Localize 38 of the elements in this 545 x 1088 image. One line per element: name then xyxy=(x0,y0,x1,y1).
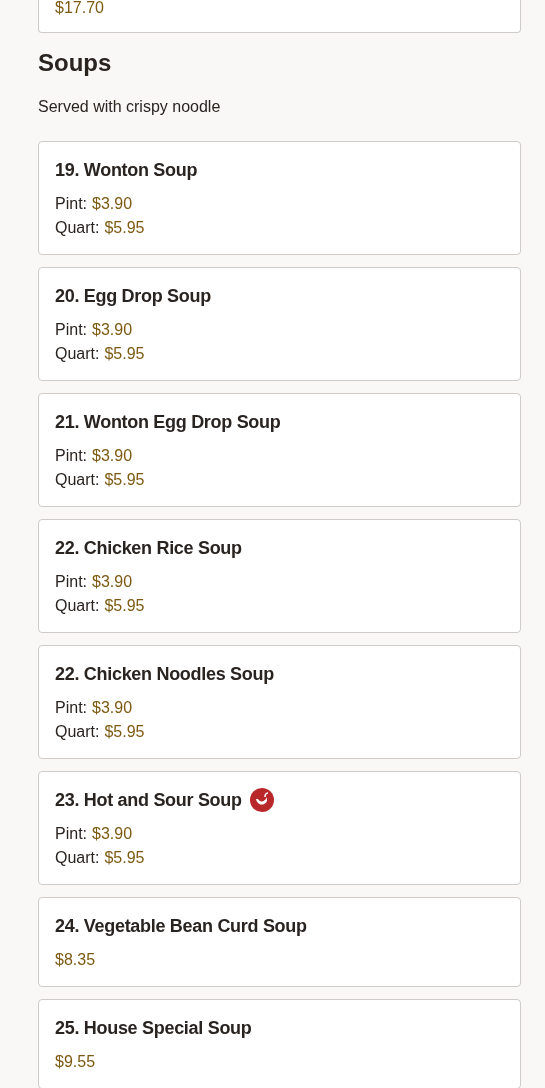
price-label: Quart: xyxy=(55,722,100,742)
item-name: 19. Wonton Soup xyxy=(55,159,198,181)
item-name: 22. Chicken Noodles Soup xyxy=(55,663,274,685)
price: $5.95 xyxy=(104,722,145,742)
price-label: Quart: xyxy=(55,218,100,238)
price: $3.90 xyxy=(92,698,133,718)
price: $3.90 xyxy=(92,194,133,214)
price-label: Pint: xyxy=(55,698,87,718)
section-description: Served with crispy noodle xyxy=(38,97,222,117)
item-name: 20. Egg Drop Soup xyxy=(55,285,211,307)
chili-pepper-icon xyxy=(249,788,274,812)
item-name: 24. Vegetable Bean Curd Soup xyxy=(55,915,307,937)
price-label: Quart: xyxy=(55,344,100,364)
price: $9.55 xyxy=(55,1052,96,1072)
price: $5.95 xyxy=(104,344,145,364)
price: $5.95 xyxy=(104,470,145,490)
price: $8.35 xyxy=(55,950,96,970)
price: $5.95 xyxy=(104,218,145,238)
price-label: Pint: xyxy=(55,194,87,214)
item-name: 23. Hot and Sour Soup xyxy=(55,789,242,811)
price-label: Pint: xyxy=(55,446,87,466)
section-title: Soups xyxy=(38,48,113,78)
price: $3.90 xyxy=(92,824,133,844)
item-name: 25. House Special Soup xyxy=(55,1017,252,1039)
price: $3.90 xyxy=(92,572,133,592)
item-name: 22. Chicken Rice Soup xyxy=(55,537,242,559)
item-name: 21. Wonton Egg Drop Soup xyxy=(55,411,281,433)
price: $3.90 xyxy=(92,320,133,340)
price: $5.95 xyxy=(104,848,145,868)
price: $3.90 xyxy=(92,446,133,466)
price: $17.70 xyxy=(55,0,104,18)
price-label: Quart: xyxy=(55,470,100,490)
price-label: Pint: xyxy=(55,824,87,844)
price-label: Pint: xyxy=(55,320,87,340)
price-label: Pint: xyxy=(55,572,87,592)
price-label: Quart: xyxy=(55,596,100,616)
price-label: Quart: xyxy=(55,848,100,868)
price: $5.95 xyxy=(104,596,145,616)
